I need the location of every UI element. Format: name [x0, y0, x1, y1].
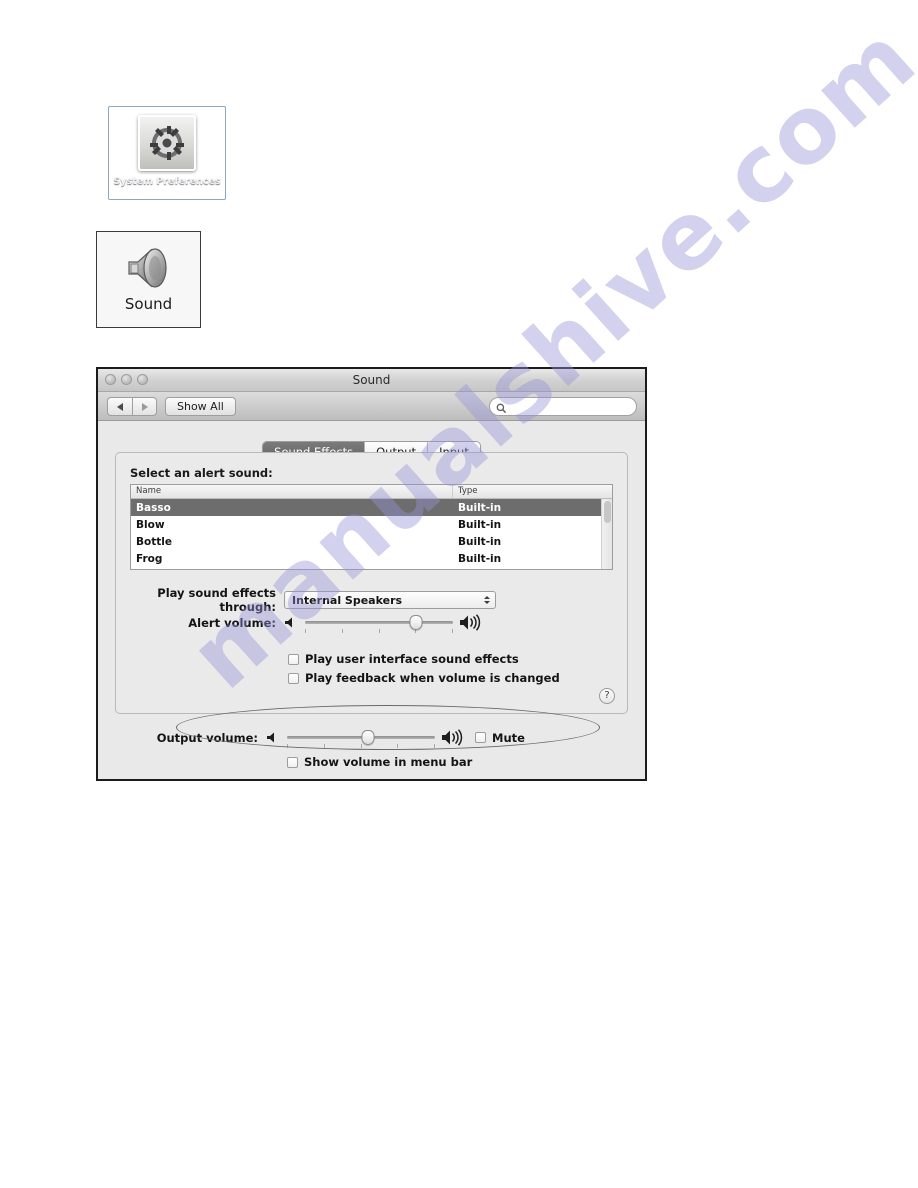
alert-volume-row: Alert volume: [116, 614, 627, 633]
gear-switch-icon [146, 122, 188, 164]
magnifier-icon [496, 401, 507, 414]
ui-sound-effects-label: Play user interface sound effects [305, 652, 519, 666]
volume-feedback-checkbox-row[interactable]: Play feedback when volume is changed [288, 671, 560, 685]
output-volume-ticks [287, 744, 435, 748]
window-title: Sound [352, 373, 391, 387]
output-volume-label: Output volume: [156, 730, 258, 745]
table-header: Name Type [131, 485, 612, 499]
alert-volume-knob[interactable] [409, 615, 423, 630]
system-preferences-tile [138, 115, 196, 171]
scrollbar-thumb[interactable] [604, 501, 611, 523]
output-volume-slider[interactable]: Mute [266, 729, 525, 748]
cell-name: Blow [136, 518, 165, 531]
ui-sound-effects-checkbox-row[interactable]: Play user interface sound effects [288, 652, 519, 666]
window-titlebar: Sound [98, 369, 645, 392]
table-scrollbar[interactable] [601, 499, 612, 569]
system-preferences-label: System Preferences [113, 176, 221, 187]
speaker-icon [121, 242, 177, 292]
cell-name: Basso [136, 501, 171, 514]
mute-checkbox[interactable] [475, 732, 486, 743]
back-button[interactable] [107, 397, 132, 416]
output-volume-knob[interactable] [361, 730, 375, 745]
play-through-row: Play sound effects through: Internal Spe… [116, 586, 627, 614]
window-body: Sound Effects Output Input Select an ale… [98, 421, 645, 778]
speaker-low-icon [284, 616, 298, 629]
system-preferences-icon[interactable]: System Preferences [108, 106, 226, 200]
cell-name: Bottle [136, 535, 172, 548]
stepper-arrows-icon [484, 596, 490, 604]
chevron-left-icon [117, 402, 123, 411]
speaker-high-icon [441, 729, 465, 746]
cell-type: Built-in [458, 535, 502, 548]
column-header-type[interactable]: Type [453, 485, 612, 498]
cell-type: Built-in [458, 518, 502, 531]
show-volume-menubar-row[interactable]: Show volume in menu bar [287, 755, 472, 769]
table-row[interactable]: Basso Built-in [131, 499, 612, 516]
output-volume-row: Output volume: Mute [98, 729, 645, 748]
alert-volume-track[interactable] [305, 615, 453, 633]
play-through-select[interactable]: Internal Speakers [284, 591, 496, 609]
show-volume-menubar-label: Show volume in menu bar [304, 755, 473, 769]
cell-type: Built-in [458, 501, 502, 514]
show-volume-menubar-checkbox[interactable] [287, 756, 298, 768]
speaker-high-icon [459, 614, 483, 631]
sound-preferences-window: Sound Show All Select an alert sound: Na… [96, 367, 647, 781]
table-row[interactable]: Bottle Built-in [131, 533, 612, 550]
play-through-label: Play sound effects through: [157, 586, 276, 614]
mute-label: Mute [492, 730, 525, 745]
page-canvas: System Preferences Sound Sound Show All … [0, 0, 918, 1188]
forward-button[interactable] [132, 397, 157, 416]
volume-feedback-label: Play feedback when volume is changed [305, 671, 560, 685]
search-field[interactable] [489, 397, 637, 416]
ui-sound-effects-checkbox[interactable] [288, 653, 299, 665]
play-through-value: Internal Speakers [292, 593, 403, 607]
output-volume-track[interactable] [287, 730, 435, 748]
sound-pref-icon[interactable]: Sound [96, 231, 201, 328]
volume-feedback-checkbox[interactable] [288, 672, 299, 684]
window-toolbar: Show All [98, 392, 645, 421]
speaker-low-icon [266, 731, 280, 744]
alert-volume-label: Alert volume: [188, 615, 276, 630]
alert-sound-table[interactable]: Name Type Basso Built-in Blow Built-in B… [130, 484, 613, 570]
table-row[interactable]: Frog Built-in [131, 550, 612, 567]
sound-effects-panel: Select an alert sound: Name Type Basso B… [115, 452, 628, 714]
nav-buttons [107, 397, 157, 416]
alert-volume-ticks [305, 629, 453, 633]
search-input[interactable] [510, 399, 628, 414]
column-header-name[interactable]: Name [131, 485, 453, 498]
chevron-right-icon [141, 402, 148, 411]
output-section: Output volume: Mute Show volume in menu … [98, 721, 645, 781]
alert-volume-slider[interactable] [284, 614, 483, 633]
help-button[interactable]: ? [599, 688, 615, 704]
table-row[interactable]: Blow Built-in [131, 516, 612, 533]
sound-pref-icon-label: Sound [124, 295, 173, 313]
show-all-button[interactable]: Show All [165, 397, 236, 416]
cell-type: Built-in [458, 552, 502, 565]
panel-heading: Select an alert sound: [130, 466, 273, 480]
cell-name: Frog [136, 552, 163, 565]
